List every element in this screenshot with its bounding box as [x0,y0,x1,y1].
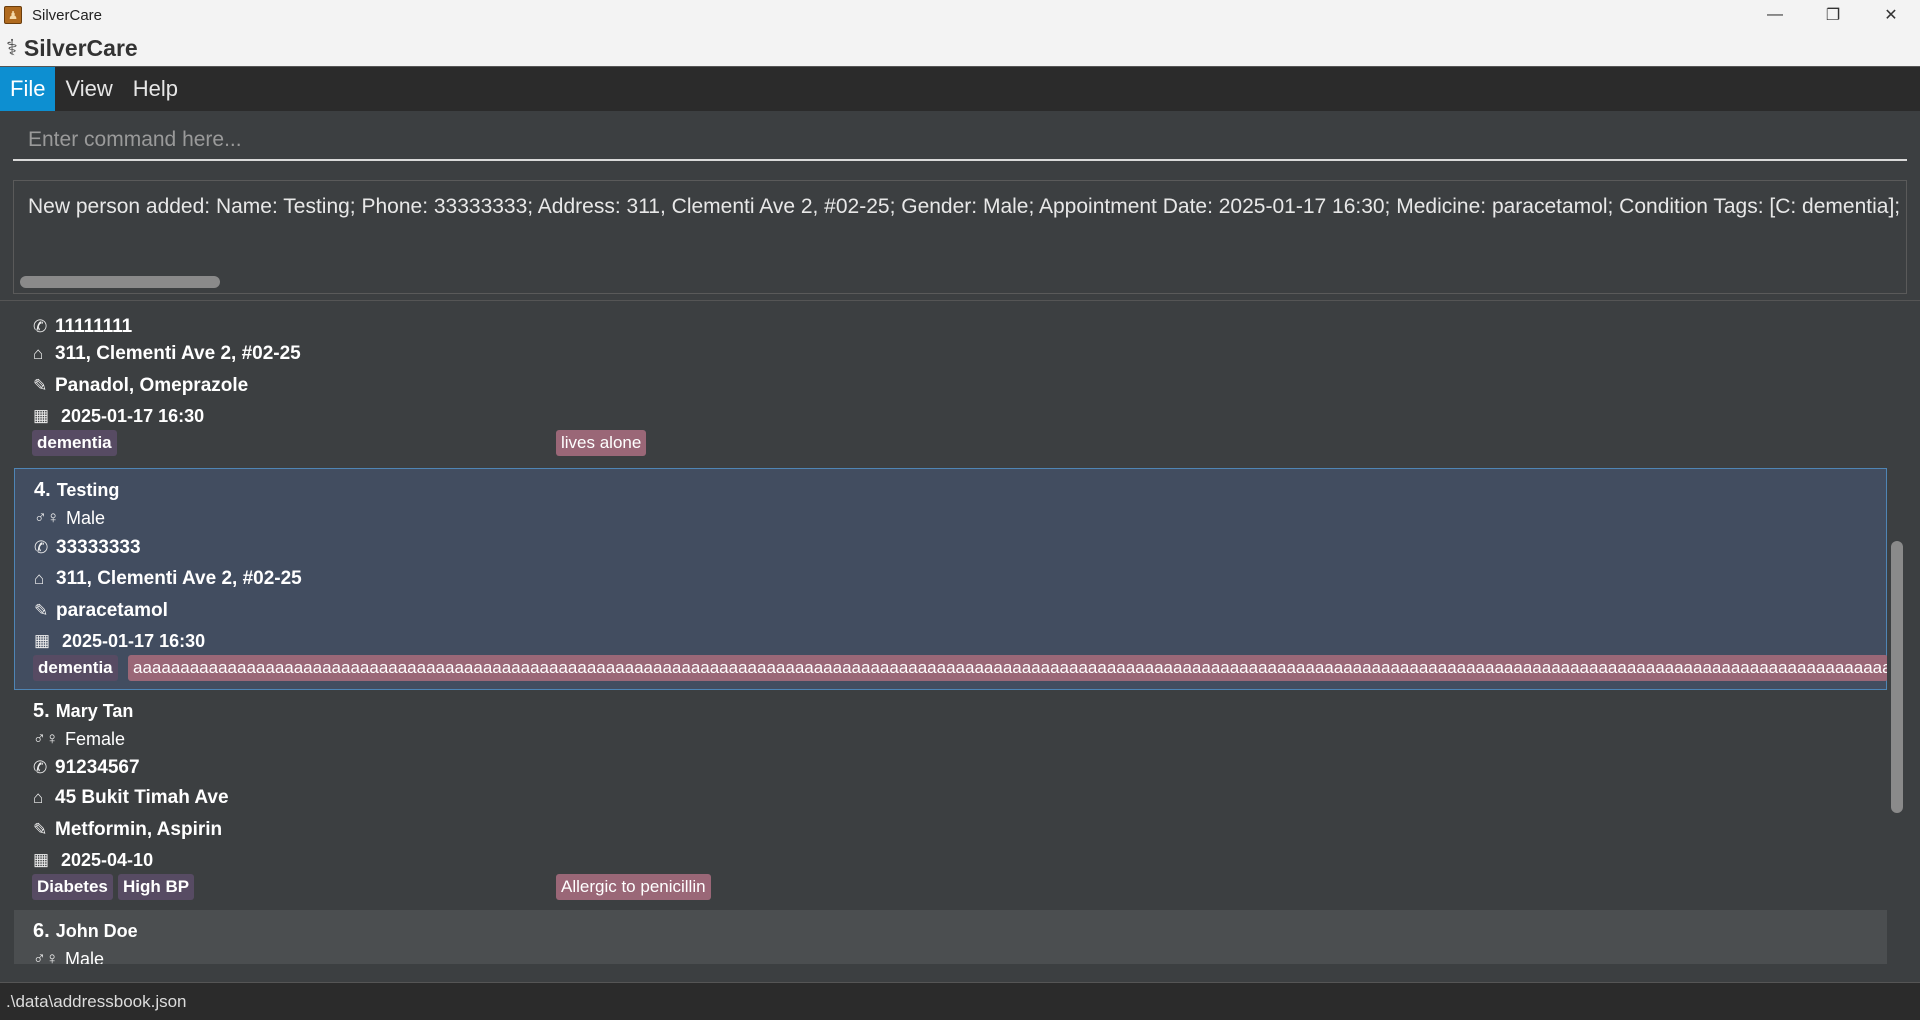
gender-value: Male [65,948,105,965]
person-index: 5. [33,699,50,722]
medicine-row: ✎ Metformin, Aspirin [33,814,1887,846]
medicine-value: Metformin, Aspirin [55,819,223,840]
calendar-icon: ▦ [33,850,50,869]
vertical-scrollbar[interactable] [1887,316,1907,964]
person-card[interactable]: 6. John Doe ♂♀ Male [14,910,1887,964]
medicine-value: paracetamol [56,600,168,621]
result-display: New person added: Name: Testing; Phone: … [13,180,1907,294]
pill-icon: ✎ [33,376,48,395]
menu-bar: File View Help [0,66,1920,112]
close-button[interactable]: ✕ [1862,0,1920,30]
address-value: 311, Clementi Ave 2, #02-25 [55,343,301,364]
phone-icon: ✆ [33,758,48,777]
maximize-button[interactable]: ❐ [1804,0,1862,30]
app-icon: ♟ [4,6,22,24]
gender-value: Female [65,728,126,749]
address-row: ⌂ 45 Bukit Timah Ave [33,782,1887,814]
gender-icon: ♂♀ [33,729,59,748]
gender-row: ♂♀ Male [34,503,1886,533]
person-name: Testing [56,479,120,500]
home-icon: ⌂ [33,788,44,807]
tag-row: dementia lives alone [32,430,1887,458]
person-list[interactable]: ✆ 11111111 ⌂ 311, Clementi Ave 2, #02-25… [14,316,1887,964]
appointment-row: ▦ 2025-01-17 16:30 [33,402,1887,430]
medicine-row: ✎ Panadol, Omeprazole [33,370,1887,402]
condition-tag: High BP [118,874,195,900]
address-row: ⌂ 311, Clementi Ave 2, #02-25 [34,563,1886,595]
appointment-value: 2025-01-17 16:30 [62,630,206,651]
command-box [0,111,1920,173]
phone-value: 33333333 [56,537,141,558]
command-input[interactable] [13,121,1907,161]
name-row: 4. Testing [34,477,1886,503]
appointment-row: ▦ 2025-04-10 [33,846,1887,874]
phone-value: 91234567 [55,757,140,778]
address-value: 45 Bukit Timah Ave [55,787,229,808]
menu-view[interactable]: View [55,67,122,112]
gender-row: ♂♀ Male [33,944,1887,965]
gender-icon: ♂♀ [34,508,60,527]
window-controls: — ❐ ✕ [1746,0,1920,30]
condition-tag: dementia [33,655,118,681]
pill-icon: ✎ [33,820,48,839]
medical-icon: ⚕ [6,35,18,60]
appointment-value: 2025-04-10 [61,849,154,870]
person-index: 4. [34,478,51,501]
name-row: 5. Mary Tan [33,698,1887,724]
condition-tag: Diabetes [32,874,113,900]
gender-row: ♂♀ Female [33,724,1887,754]
pill-icon: ✎ [34,601,49,620]
phone-row: ✆ 91234567 [33,754,1887,782]
condition-tag: dementia [32,430,117,456]
phone-row: ✆ 11111111 [33,316,1887,338]
phone-icon: ✆ [33,317,48,336]
menu-file[interactable]: File [0,66,56,112]
window-titlebar: ♟ SilverCare — ❐ ✕ [0,0,1920,30]
detail-tag: Allergic to penicillin [556,874,711,900]
window-title: SilverCare [32,6,103,24]
phone-icon: ✆ [34,538,49,557]
divider [0,300,1920,301]
scrollbar-thumb[interactable] [1891,541,1903,813]
person-index: 6. [33,919,50,942]
home-icon: ⌂ [33,344,44,363]
menu-help[interactable]: Help [123,67,188,112]
detail-tag: aaaaaaaaaaaaaaaaaaaaaaaaaaaaaaaaaaaaaaaa… [128,655,1887,681]
status-bar: .\data\addressbook.json [0,982,1920,1020]
brand-bar: ⚕ SilverCare [0,30,1920,66]
name-row: 6. John Doe [33,918,1887,944]
minimize-button[interactable]: — [1746,0,1804,30]
gender-icon: ♂♀ [33,949,59,964]
gender-value: Male [66,507,106,528]
calendar-icon: ▦ [33,406,50,425]
calendar-icon: ▦ [34,631,51,650]
tag-row: dementia aaaaaaaaaaaaaaaaaaaaaaaaaaaaaaa… [33,655,1887,683]
medicine-row: ✎ paracetamol [34,595,1886,627]
home-icon: ⌂ [34,569,45,588]
result-text: New person added: Name: Testing; Phone: … [28,195,1907,218]
app-name: SilverCare [23,34,138,61]
address-row: ⌂ 311, Clementi Ave 2, #02-25 [33,338,1887,370]
address-value: 311, Clementi Ave 2, #02-25 [56,568,302,589]
medicine-value: Panadol, Omeprazole [55,375,249,396]
detail-tag: lives alone [556,430,647,456]
person-card-selected[interactable]: 4. Testing ♂♀ Male ✆ 33333333 ⌂ 311, Cle… [14,468,1887,690]
appointment-row: ▦ 2025-01-17 16:30 [34,627,1886,655]
person-card[interactable]: 5. Mary Tan ♂♀ Female ✆ 91234567 ⌂ 45 Bu… [14,690,1887,910]
person-name: John Doe [55,920,138,941]
person-name: Mary Tan [55,700,134,721]
phone-row: ✆ 33333333 [34,533,1886,563]
person-card[interactable]: ✆ 11111111 ⌂ 311, Clementi Ave 2, #02-25… [14,316,1887,468]
appointment-value: 2025-01-17 16:30 [61,405,205,426]
horizontal-scrollbar[interactable] [20,276,220,288]
status-file-path: .\data\addressbook.json [6,991,187,1011]
phone-value: 11111111 [55,316,133,337]
tag-row: Diabetes High BP Allergic to penicillin [32,874,1887,902]
